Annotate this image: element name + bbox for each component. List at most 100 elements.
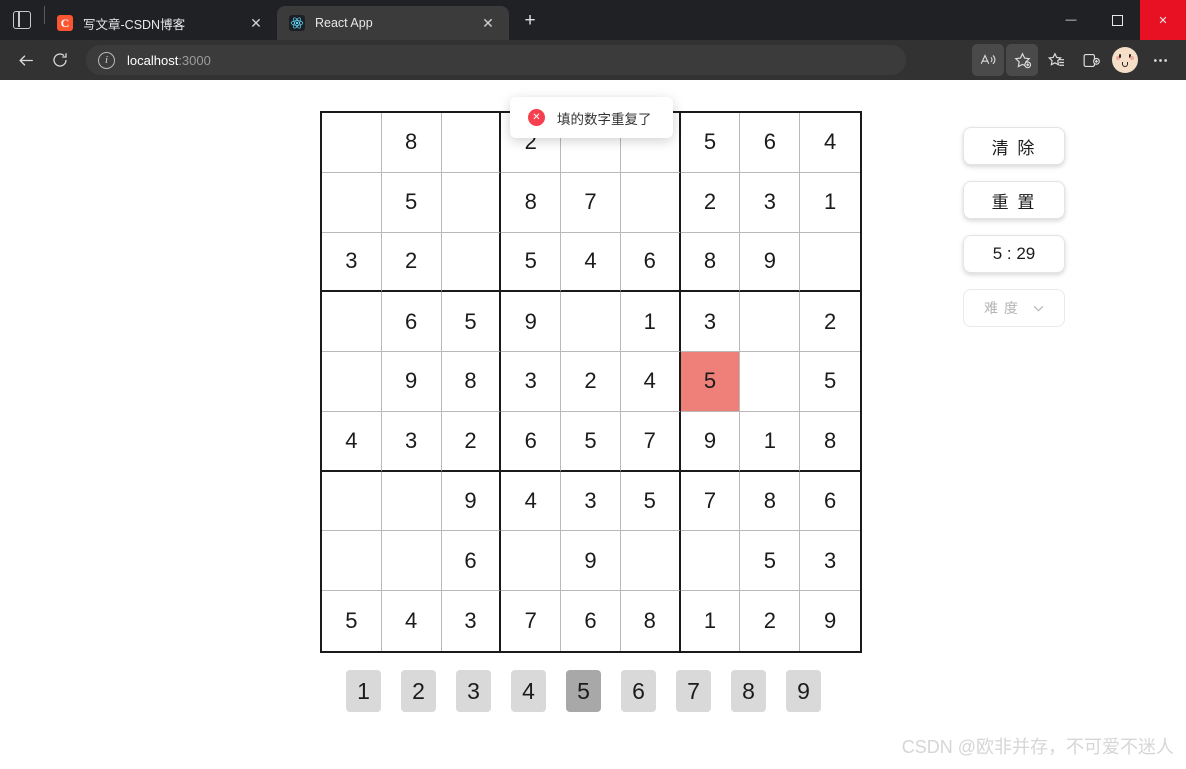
favorites-icon[interactable] xyxy=(1040,44,1072,76)
sudoku-cell[interactable]: 5 xyxy=(501,232,562,293)
sudoku-cell[interactable]: 3 xyxy=(561,471,621,532)
tab-actions-button[interactable] xyxy=(0,0,44,40)
sudoku-cell[interactable]: 8 xyxy=(441,352,502,412)
sudoku-cell[interactable] xyxy=(322,352,382,412)
sudoku-cell[interactable]: 3 xyxy=(800,531,860,592)
sudoku-cell[interactable]: 9 xyxy=(680,411,741,472)
new-tab-button[interactable]: + xyxy=(515,6,545,36)
sudoku-cell[interactable]: 5 xyxy=(740,531,801,592)
sudoku-cell[interactable] xyxy=(322,531,382,592)
sudoku-cell[interactable]: 8 xyxy=(620,591,681,651)
sudoku-cell[interactable]: 6 xyxy=(800,471,860,532)
sudoku-cell[interactable]: 5 xyxy=(561,411,621,472)
sudoku-cell[interactable] xyxy=(561,292,621,353)
collections-icon[interactable] xyxy=(1074,44,1106,76)
sudoku-cell[interactable]: 9 xyxy=(740,232,801,293)
numpad-button-7[interactable]: 7 xyxy=(676,670,711,712)
sudoku-cell[interactable]: 2 xyxy=(381,232,442,293)
sudoku-cell[interactable] xyxy=(322,292,382,353)
reset-button[interactable]: 重 置 xyxy=(963,181,1065,219)
sudoku-cell[interactable]: 7 xyxy=(501,591,562,651)
sudoku-cell[interactable] xyxy=(680,531,741,592)
sudoku-cell[interactable]: 3 xyxy=(740,172,801,233)
sudoku-cell[interactable]: 6 xyxy=(501,411,562,472)
sudoku-cell[interactable]: 8 xyxy=(800,411,860,472)
sudoku-cell[interactable]: 3 xyxy=(441,591,502,651)
numpad-button-3[interactable]: 3 xyxy=(456,670,491,712)
profile-avatar[interactable] xyxy=(1112,47,1138,73)
sudoku-cell[interactable]: 3 xyxy=(322,232,382,293)
sudoku-cell[interactable] xyxy=(501,531,562,592)
address-bar[interactable]: i localhost:3000 xyxy=(86,45,906,75)
sudoku-cell[interactable]: 7 xyxy=(561,172,621,233)
sudoku-grid[interactable]: 8256458723132546896591329832455432657918… xyxy=(320,111,862,653)
numpad-button-1[interactable]: 1 xyxy=(346,670,381,712)
sudoku-cell[interactable]: 9 xyxy=(501,292,562,353)
sudoku-cell[interactable] xyxy=(322,471,382,532)
sudoku-cell[interactable]: 6 xyxy=(740,113,801,173)
sudoku-cell[interactable]: 9 xyxy=(441,471,502,532)
sudoku-cell[interactable]: 6 xyxy=(620,232,681,293)
site-info-icon[interactable]: i xyxy=(98,51,115,69)
sudoku-cell[interactable]: 1 xyxy=(800,172,860,233)
sudoku-cell[interactable]: 5 xyxy=(322,591,382,651)
maximize-button[interactable] xyxy=(1094,0,1140,40)
sudoku-cell[interactable] xyxy=(441,172,502,233)
sudoku-cell[interactable]: 1 xyxy=(680,591,741,651)
minimize-button[interactable]: — xyxy=(1048,0,1094,40)
sudoku-cell[interactable]: 5 xyxy=(381,172,442,233)
tab-close-csdn[interactable]: ✕ xyxy=(245,12,267,34)
numpad-button-9[interactable]: 9 xyxy=(786,670,821,712)
sudoku-cell[interactable]: 1 xyxy=(740,411,801,472)
browser-tab-csdn[interactable]: C 写文章-CSDN博客 ✕ xyxy=(45,6,277,40)
sudoku-cell[interactable]: 9 xyxy=(561,531,621,592)
close-window-button[interactable]: ✕ xyxy=(1140,0,1186,40)
add-favorite-icon[interactable] xyxy=(1006,44,1038,76)
sudoku-cell[interactable] xyxy=(322,172,382,233)
numpad-button-8[interactable]: 8 xyxy=(731,670,766,712)
sudoku-cell[interactable]: 2 xyxy=(441,411,502,472)
number-pad[interactable]: 123456789 xyxy=(346,670,821,712)
sudoku-cell[interactable] xyxy=(740,292,801,353)
sudoku-cell[interactable]: 2 xyxy=(740,591,801,651)
sudoku-cell[interactable]: 6 xyxy=(561,591,621,651)
sudoku-cell[interactable]: 1 xyxy=(620,292,681,353)
sudoku-cell[interactable]: 7 xyxy=(680,471,741,532)
sudoku-cell[interactable] xyxy=(441,232,502,293)
sudoku-cell[interactable] xyxy=(441,113,502,173)
sudoku-cell[interactable] xyxy=(740,352,801,412)
sudoku-cell[interactable] xyxy=(381,471,442,532)
sudoku-cell[interactable]: 4 xyxy=(800,113,860,173)
settings-more-icon[interactable] xyxy=(1144,44,1176,76)
sudoku-cell[interactable]: 8 xyxy=(680,232,741,293)
sudoku-cell[interactable]: 3 xyxy=(381,411,442,472)
numpad-button-4[interactable]: 4 xyxy=(511,670,546,712)
sudoku-cell[interactable]: 6 xyxy=(381,292,442,353)
sudoku-cell[interactable]: 3 xyxy=(680,292,741,353)
sudoku-cell[interactable]: 2 xyxy=(561,352,621,412)
browser-tab-react-app[interactable]: React App ✕ xyxy=(277,6,509,40)
sudoku-cell[interactable]: 4 xyxy=(381,591,442,651)
sudoku-cell[interactable]: 3 xyxy=(501,352,562,412)
sudoku-cell[interactable]: 4 xyxy=(620,352,681,412)
sudoku-cell[interactable] xyxy=(800,232,860,293)
sudoku-cell[interactable] xyxy=(620,531,681,592)
sudoku-cell[interactable]: 4 xyxy=(561,232,621,293)
numpad-button-6[interactable]: 6 xyxy=(621,670,656,712)
reload-icon[interactable] xyxy=(44,44,76,76)
sudoku-cell-conflict[interactable]: 5 xyxy=(680,352,741,412)
sudoku-cell[interactable]: 9 xyxy=(800,591,860,651)
sudoku-cell[interactable]: 5 xyxy=(800,352,860,412)
sudoku-cell[interactable]: 2 xyxy=(800,292,860,353)
sudoku-cell[interactable]: 4 xyxy=(322,411,382,472)
sudoku-cell[interactable]: 6 xyxy=(441,531,502,592)
numpad-button-2[interactable]: 2 xyxy=(401,670,436,712)
numpad-button-5[interactable]: 5 xyxy=(566,670,601,712)
back-icon[interactable] xyxy=(10,44,42,76)
sudoku-cell[interactable]: 9 xyxy=(381,352,442,412)
tab-close-react-app[interactable]: ✕ xyxy=(477,12,499,34)
sudoku-cell[interactable]: 5 xyxy=(680,113,741,173)
difficulty-select[interactable]: 难 度 xyxy=(963,289,1065,327)
sudoku-cell[interactable]: 8 xyxy=(740,471,801,532)
sudoku-cell[interactable] xyxy=(620,172,681,233)
